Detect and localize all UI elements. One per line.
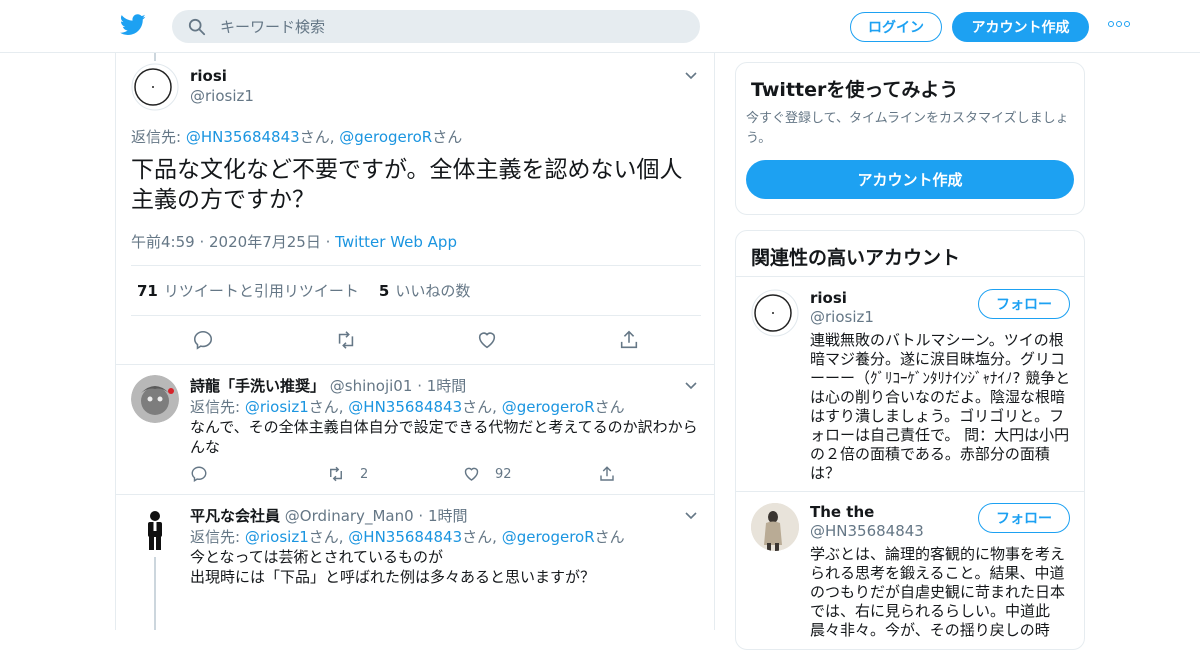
author-name[interactable]: 平凡な会社員 [190,507,280,525]
retweet-count: 2 [360,466,369,482]
avatar[interactable] [751,289,799,337]
author-handle[interactable]: @riosiz1 [190,87,254,105]
mention-link[interactable]: @gerogeroR [502,528,595,546]
avatar[interactable] [131,375,179,423]
tweet-date[interactable]: 2020年7月25日 [209,233,321,251]
tweet-time[interactable]: 午前4:59 [131,233,195,251]
related-accounts-title: 関連性の高いアカウント [751,247,961,269]
tweet-actions [192,329,714,353]
retweet-stat-label[interactable]: リツイートと引用リツイート [164,280,359,301]
thread-line [154,557,156,630]
share-button[interactable] [618,329,714,353]
mention-link[interactable]: @HN35684843 [348,398,462,416]
replying-to: 返信先: @riosiz1さん, @HN35684843さん, @geroger… [190,528,625,546]
tweet-metadata: 午前4:59 · 2020年7月25日 · Twitter Web App [131,233,457,251]
create-account-button[interactable]: アカウント作成 [746,160,1074,199]
permalink-tweet: riosi @riosiz1 返信先: @HN35684843さん, @gero… [116,53,714,365]
account-bio: 学ぶとは、論理的客観的に物事を考えられる思考を鍛えること。結果、中道のつもりだが… [810,545,1066,639]
replying-to: 返信先: @HN35684843さん, @gerogeroRさん [131,128,463,146]
mention-link[interactable]: @riosiz1 [245,528,309,546]
signup-card-title: Twitterを使ってみよう [751,79,959,101]
more-options-icon[interactable] [1108,21,1130,27]
reply-icon [191,466,207,483]
search-input[interactable] [220,17,680,36]
account-handle[interactable]: @HN35684843 [810,522,924,540]
timeline-column: riosi @riosiz1 返信先: @HN35684843さん, @gero… [115,53,715,630]
reply-tweet: 平凡な会社員 @Ordinary_Man0 · 1時間 返信先: @riosiz… [116,495,714,630]
retweet-count[interactable]: 71 [137,282,158,300]
account-name[interactable]: The the [810,503,874,521]
avatar[interactable] [131,63,179,111]
reply-time[interactable]: 1時間 [428,507,468,525]
reply-tweet: 詩龍「手洗い推奨」 @shinoji01 · 1時間 返信先: @riosiz1… [116,365,714,495]
twitter-bird-logo[interactable] [120,14,146,36]
follow-button[interactable]: フォロー [978,503,1070,533]
author-name[interactable]: riosi [190,67,227,85]
reply-text-line: 今となっては芸術とされているものが [190,548,444,566]
signup-card-body: 今すぐ登録して、タイムラインをカスタマイズしましょう。 [746,111,1069,146]
chevron-down-icon[interactable] [684,379,698,393]
author-handle[interactable]: @Ordinary_Man0 [285,507,414,525]
reply-text-line: 出現時には「下品」と呼ばれた例は多々あると思いますが？ [190,568,596,586]
signup-button[interactable]: アカウント作成 [952,12,1089,42]
search-bar[interactable] [172,10,700,43]
like-stat-label[interactable]: いいねの数 [395,280,470,301]
reply-button[interactable] [190,465,326,483]
divider [736,491,1084,492]
share-icon [620,330,638,349]
signup-card: Twitterを使ってみよう 今すぐ登録して、タイムラインをカスタマイズしましょ… [735,62,1085,215]
chevron-down-icon[interactable] [684,509,698,523]
share-icon [600,466,614,481]
top-navigation-bar: ログイン アカウント作成 [0,0,1200,53]
mention-link[interactable]: @gerogeroR [339,128,432,146]
replying-to: 返信先: @riosiz1さん, @HN35684843さん, @geroger… [190,398,625,416]
like-count: 92 [495,466,512,482]
like-count[interactable]: 5 [379,282,389,300]
retweet-button[interactable] [334,329,476,353]
avatar[interactable] [751,503,799,551]
avatar[interactable] [131,505,179,553]
follow-button[interactable]: フォロー [978,289,1070,319]
retweet-icon [338,331,354,349]
like-button[interactable]: 92 [462,465,598,483]
account-name[interactable]: riosi [810,289,847,307]
reply-header: 平凡な会社員 @Ordinary_Man0 · 1時間 [190,507,468,525]
related-accounts-card: 関連性の高いアカウント riosi @riosiz1 フォロー 連戦無敗のバトル… [735,230,1085,650]
reply-button[interactable] [192,329,334,353]
like-button[interactable] [476,329,618,353]
tweet-source[interactable]: Twitter Web App [335,233,457,251]
reply-icon [193,330,213,350]
search-icon [188,18,206,35]
reply-time[interactable]: 1時間 [427,377,467,395]
related-account[interactable]: riosi @riosiz1 フォロー 連戦無敗のバトルマシーン。ツイの根暗マジ… [736,289,1084,489]
reply-text: なんで、その全体主義自体自分で設定できる代物だと考えてるのか訳わからんな [190,418,698,456]
retweet-icon [330,466,342,482]
mention-link[interactable]: @gerogeroR [502,398,595,416]
heart-icon [478,332,496,349]
mention-link[interactable]: @HN35684843 [186,128,300,146]
mention-link[interactable]: @riosiz1 [245,398,309,416]
reply-actions: 2 92 [190,465,714,483]
divider [736,276,1084,277]
retweet-button[interactable]: 2 [326,465,462,483]
heart-icon [464,467,479,481]
share-button[interactable] [598,465,714,483]
related-account[interactable]: The the @HN35684843 フォロー 学ぶとは、論理的客観的に物事を… [736,503,1084,649]
reply-text: 今となっては芸術とされているものが 出現時には「下品」と呼ばれた例は多々あると思… [190,547,700,587]
account-bio: 連戦無敗のバトルマシーン。ツイの根暗マジ養分。遂に涙目昧塩分。グリコーーー（ｸﾞ… [810,331,1071,482]
author-handle[interactable]: @shinoji01 [330,377,413,395]
mention-link[interactable]: @HN35684843 [348,528,462,546]
chevron-down-icon[interactable] [684,69,698,83]
login-button[interactable]: ログイン [850,12,942,42]
reply-header: 詩龍「手洗い推奨」 @shinoji01 · 1時間 [190,377,467,395]
tweet-text: 下品な文化など不要ですが。全体主義を認めない個人主義の方ですか？ [131,157,683,213]
account-handle[interactable]: @riosiz1 [810,308,874,326]
tweet-stats: 71 リツイートと引用リツイート 5 いいねの数 [131,265,701,316]
author-name[interactable]: 詩龍「手洗い推奨」 [190,377,325,395]
